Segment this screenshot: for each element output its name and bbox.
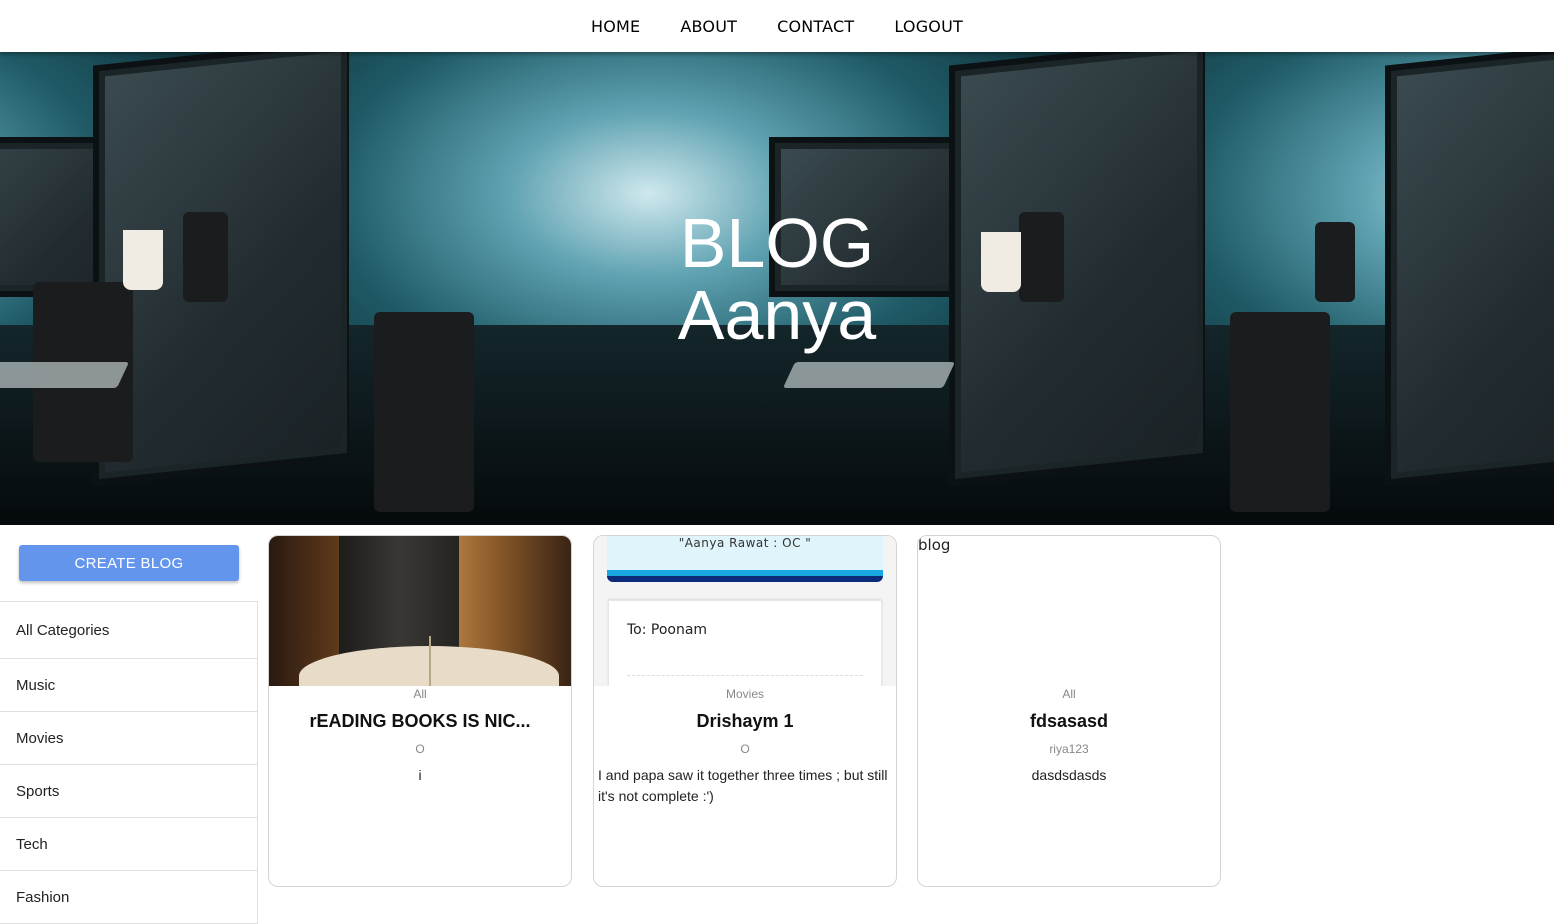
nav-about-link[interactable]: ABOUT	[680, 17, 737, 36]
category-item-music[interactable]: Music	[0, 659, 257, 712]
post-description: I and papa saw it together three times ;…	[598, 767, 888, 804]
category-item-sports[interactable]: Sports	[0, 765, 257, 818]
hero-title-line1: BLOG	[679, 204, 875, 282]
nav-contact-link[interactable]: CONTACT	[777, 17, 854, 36]
post-image-banner-text: "Aanya Rawat : OC "	[678, 536, 812, 550]
post-description: dasdsdasds	[1031, 767, 1107, 783]
post-image: "Aanya Rawat : OC " To: Poonam	[594, 536, 896, 686]
category-sidebar: CREATE BLOG All Categories Music Movies …	[0, 525, 258, 924]
post-card[interactable]: blog All fdsasasd riya123 dasdsdasds	[917, 535, 1221, 887]
hero-title: BLOG Aanya	[0, 207, 1554, 351]
post-image	[269, 536, 571, 686]
category-item-movies[interactable]: Movies	[0, 712, 257, 765]
post-card[interactable]: All rEADING BOOKS IS NIC... O i	[268, 535, 572, 887]
post-title: fdsasasd	[1029, 711, 1109, 731]
post-category: All	[1062, 687, 1076, 701]
hero-banner: BLOG Aanya	[0, 52, 1554, 525]
post-author: riya123	[1049, 742, 1089, 756]
post-title: rEADING BOOKS IS NIC...	[309, 711, 531, 731]
top-navigation: HOME ABOUT CONTACT LOGOUT	[0, 0, 1554, 52]
post-author: O	[740, 742, 750, 756]
post-image-alt-text: blog	[918, 536, 951, 554]
create-blog-button[interactable]: CREATE BLOG	[19, 545, 239, 581]
post-category: Movies	[725, 687, 764, 701]
post-title: Drishaym 1	[696, 711, 794, 731]
nav-logout-link[interactable]: LOGOUT	[894, 17, 963, 36]
post-author: O	[415, 742, 425, 756]
post-category: All	[413, 687, 427, 701]
post-card[interactable]: "Aanya Rawat : OC " To: Poonam Movies Dr…	[593, 535, 897, 887]
category-item-tech[interactable]: Tech	[0, 818, 257, 871]
post-image-broken: blog	[918, 536, 1220, 686]
post-description: i	[418, 767, 422, 783]
category-item-all[interactable]: All Categories	[0, 602, 257, 659]
category-list: All Categories Music Movies Sports Tech …	[0, 601, 258, 924]
category-item-fashion[interactable]: Fashion	[0, 871, 257, 924]
hero-title-line2: Aanya	[677, 276, 877, 354]
nav-home-link[interactable]: HOME	[591, 17, 640, 36]
post-image-to-line: To: Poonam	[627, 622, 708, 638]
